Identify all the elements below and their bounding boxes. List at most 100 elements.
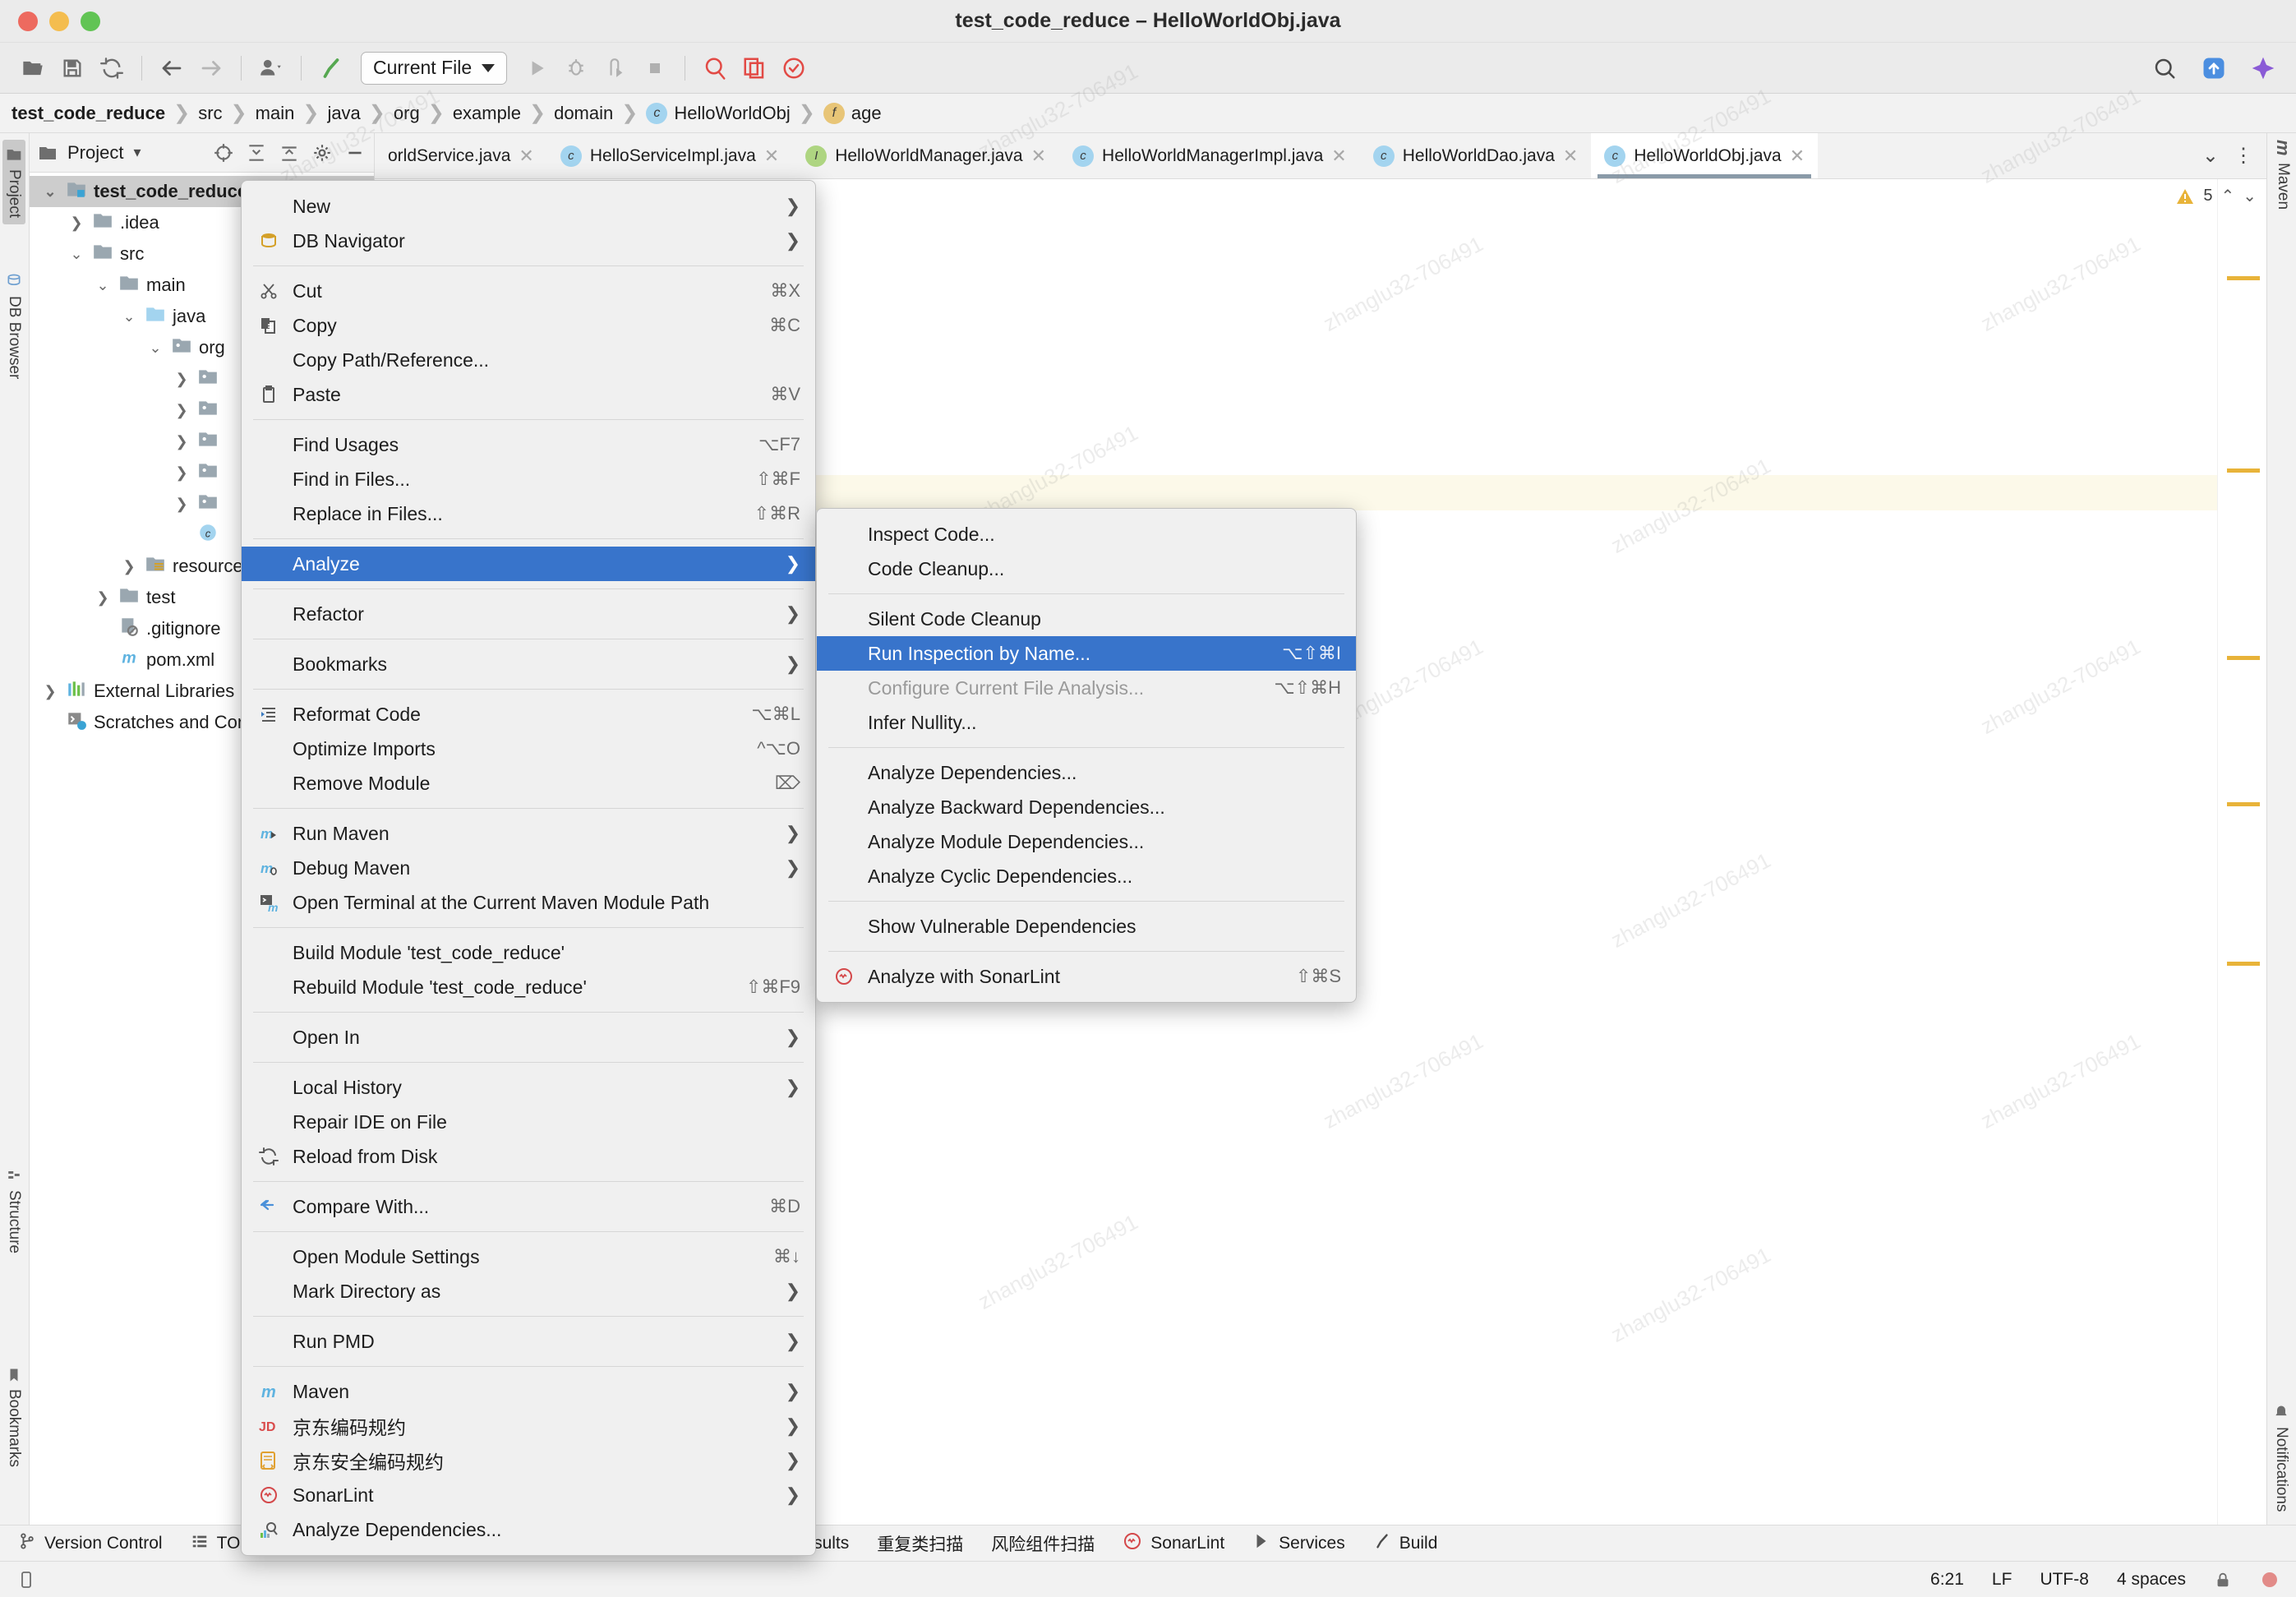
breadcrumb-item-java[interactable]: java bbox=[327, 103, 360, 124]
close-tab-icon[interactable]: ✕ bbox=[1790, 145, 1805, 167]
menu-item[interactable]: Copy Path/Reference... bbox=[242, 343, 815, 377]
menu-item[interactable]: Run Inspection by Name... ⌥⇧⌘I bbox=[817, 636, 1356, 671]
search-everywhere-icon[interactable] bbox=[2146, 50, 2183, 86]
menu-item[interactable]: Build Module 'test_code_reduce' bbox=[242, 935, 815, 970]
editor-tab[interactable]: c HelloWorldObj.java ✕ bbox=[1591, 133, 1819, 178]
editor-tab[interactable]: c HelloServiceImpl.java ✕ bbox=[547, 133, 792, 178]
editor-tab[interactable]: I HelloWorldManager.java ✕ bbox=[792, 133, 1059, 178]
sidebar-item-maven[interactable]: m Maven bbox=[2272, 140, 2294, 210]
lock-icon[interactable] bbox=[2214, 1571, 2232, 1589]
indent-setting[interactable]: 4 spaces bbox=[2117, 1570, 2186, 1590]
copy-red-icon[interactable] bbox=[736, 50, 772, 86]
menu-item[interactable]: Analyze Module Dependencies... bbox=[817, 824, 1356, 859]
tree-expand-chevron-icon[interactable]: ❯ bbox=[94, 589, 112, 607]
project-context-menu[interactable]: New ❯ DB Navigator ❯ Cut ⌘X Copy ⌘C Copy Path/Re… bbox=[241, 180, 816, 1556]
search-red-icon[interactable] bbox=[697, 50, 733, 86]
menu-item[interactable]: Remove Module ⌦ bbox=[242, 766, 815, 801]
editor-warning-gutter[interactable] bbox=[2217, 179, 2266, 1525]
tree-expand-chevron-icon[interactable]: ⌄ bbox=[146, 339, 164, 357]
menu-item[interactable]: Analyze Backward Dependencies... bbox=[817, 790, 1356, 824]
close-tab-icon[interactable]: ✕ bbox=[764, 145, 779, 167]
caret-position[interactable]: 6:21 bbox=[1930, 1570, 1964, 1590]
menu-item[interactable]: Optimize Imports ^⌥O bbox=[242, 732, 815, 766]
gear-icon[interactable] bbox=[311, 142, 333, 164]
error-indicator-icon[interactable] bbox=[2260, 1570, 2280, 1590]
phone-preview-icon[interactable] bbox=[16, 1570, 36, 1590]
sidebar-item-structure[interactable]: Structure bbox=[5, 1169, 23, 1253]
menu-item[interactable]: Mark Directory as ❯ bbox=[242, 1274, 815, 1309]
tree-expand-chevron-icon[interactable]: ❯ bbox=[173, 402, 191, 419]
warning-stripe[interactable] bbox=[2227, 468, 2260, 473]
menu-item[interactable]: Inspect Code... bbox=[817, 517, 1356, 552]
close-tab-icon[interactable]: ✕ bbox=[1331, 145, 1346, 167]
menu-item[interactable]: Show Vulnerable Dependencies bbox=[817, 909, 1356, 944]
tree-expand-chevron-icon[interactable]: ❯ bbox=[173, 433, 191, 450]
menu-item[interactable]: Cut ⌘X bbox=[242, 274, 815, 308]
tree-expand-chevron-icon[interactable]: ⌄ bbox=[120, 308, 138, 325]
editor-tab[interactable]: orldService.java ✕ bbox=[375, 133, 547, 178]
tree-expand-chevron-icon[interactable]: ⌄ bbox=[67, 246, 85, 263]
run-with-coverage-icon[interactable] bbox=[597, 50, 634, 86]
menu-item[interactable]: Analyze ❯ bbox=[242, 547, 815, 581]
sidebar-item-notifications[interactable]: Notifications bbox=[2272, 1404, 2290, 1512]
back-arrow-icon[interactable] bbox=[154, 50, 190, 86]
breadcrumb-item-domain[interactable]: domain bbox=[554, 103, 613, 124]
close-tab-icon[interactable]: ✕ bbox=[1563, 145, 1578, 167]
menu-item[interactable]: Silent Code Cleanup bbox=[817, 602, 1356, 636]
breadcrumb-item-class[interactable]: c HelloWorldObj bbox=[646, 102, 791, 124]
line-separator[interactable]: LF bbox=[1992, 1570, 2012, 1590]
menu-item[interactable]: Refactor ❯ bbox=[242, 597, 815, 631]
warning-stripe[interactable] bbox=[2227, 962, 2260, 966]
tree-expand-chevron-icon[interactable]: ❯ bbox=[41, 683, 59, 700]
chevron-down-icon[interactable]: ▾ bbox=[133, 144, 141, 161]
file-encoding[interactable]: UTF-8 bbox=[2040, 1570, 2089, 1590]
tree-expand-chevron-icon[interactable]: ❯ bbox=[120, 558, 138, 575]
close-tab-icon[interactable]: ✕ bbox=[1031, 145, 1046, 167]
tool-window-button[interactable]: 重复类扫描 bbox=[877, 1531, 963, 1556]
menu-item[interactable]: Local History ❯ bbox=[242, 1070, 815, 1105]
menu-item[interactable]: Analyze with SonarLint ⇧⌘S bbox=[817, 959, 1356, 994]
tool-window-button[interactable]: Version Control bbox=[18, 1532, 163, 1555]
menu-item[interactable]: Reload from Disk bbox=[242, 1139, 815, 1174]
chevron-down-icon[interactable]: ⌄ bbox=[2243, 186, 2257, 206]
sidebar-item-db-browser[interactable]: DB Browser bbox=[5, 273, 23, 379]
tree-expand-chevron-icon[interactable]: ⌄ bbox=[94, 277, 112, 294]
editor-tab[interactable]: c HelloWorldManagerImpl.java ✕ bbox=[1059, 133, 1360, 178]
menu-item[interactable]: SonarLint ❯ bbox=[242, 1478, 815, 1512]
run-configuration-selector[interactable]: Current File bbox=[361, 51, 508, 85]
tree-expand-chevron-icon[interactable]: ❯ bbox=[67, 215, 85, 232]
more-vertical-icon[interactable]: ⋮ bbox=[2234, 144, 2253, 168]
chevron-up-icon[interactable]: ⌃ bbox=[2220, 186, 2234, 206]
sync-icon[interactable] bbox=[94, 50, 130, 86]
breadcrumb-item-main[interactable]: main bbox=[256, 103, 295, 124]
tool-window-button[interactable]: Services bbox=[1252, 1532, 1345, 1555]
menu-item[interactable]: m Run Maven ❯ bbox=[242, 816, 815, 851]
warning-stripe[interactable] bbox=[2227, 276, 2260, 280]
check-red-icon[interactable] bbox=[776, 50, 812, 86]
menu-item[interactable]: m Open Terminal at the Current Maven Modu… bbox=[242, 885, 815, 920]
menu-item[interactable]: Code Cleanup... bbox=[817, 552, 1356, 586]
menu-item[interactable]: Find Usages ⌥F7 bbox=[242, 427, 815, 462]
menu-item[interactable]: Paste ⌘V bbox=[242, 377, 815, 412]
project-panel-title[interactable]: Project ▾ bbox=[38, 142, 141, 164]
menu-item[interactable]: Copy ⌘C bbox=[242, 308, 815, 343]
menu-item[interactable]: Analyze Dependencies... bbox=[242, 1512, 815, 1547]
editor-tab[interactable]: c HelloWorldDao.java ✕ bbox=[1360, 133, 1592, 178]
menu-item[interactable]: m Debug Maven ❯ bbox=[242, 851, 815, 885]
warning-stripe[interactable] bbox=[2227, 802, 2260, 806]
save-icon[interactable] bbox=[54, 50, 90, 86]
inspection-status-badge[interactable]: 5 ⌃ ⌄ bbox=[2175, 186, 2257, 206]
breadcrumb-item-example[interactable]: example bbox=[453, 103, 521, 124]
menu-item[interactable]: Analyze Cyclic Dependencies... bbox=[817, 859, 1356, 893]
tree-expand-chevron-icon[interactable]: ❯ bbox=[173, 371, 191, 388]
profile-icon[interactable] bbox=[253, 50, 289, 86]
breadcrumb-item-src[interactable]: src bbox=[198, 103, 222, 124]
menu-item[interactable]: Replace in Files... ⇧⌘R bbox=[242, 496, 815, 531]
tree-expand-chevron-icon[interactable]: ❯ bbox=[173, 464, 191, 482]
menu-item[interactable]: Open Module Settings ⌘↓ bbox=[242, 1239, 815, 1274]
stop-icon[interactable] bbox=[637, 50, 673, 86]
menu-item[interactable]: DB Navigator ❯ bbox=[242, 224, 815, 258]
menu-item[interactable]: Analyze Dependencies... bbox=[817, 755, 1356, 790]
breadcrumb-item-org[interactable]: org bbox=[394, 103, 420, 124]
tree-expand-chevron-icon[interactable]: ⌄ bbox=[41, 183, 59, 201]
